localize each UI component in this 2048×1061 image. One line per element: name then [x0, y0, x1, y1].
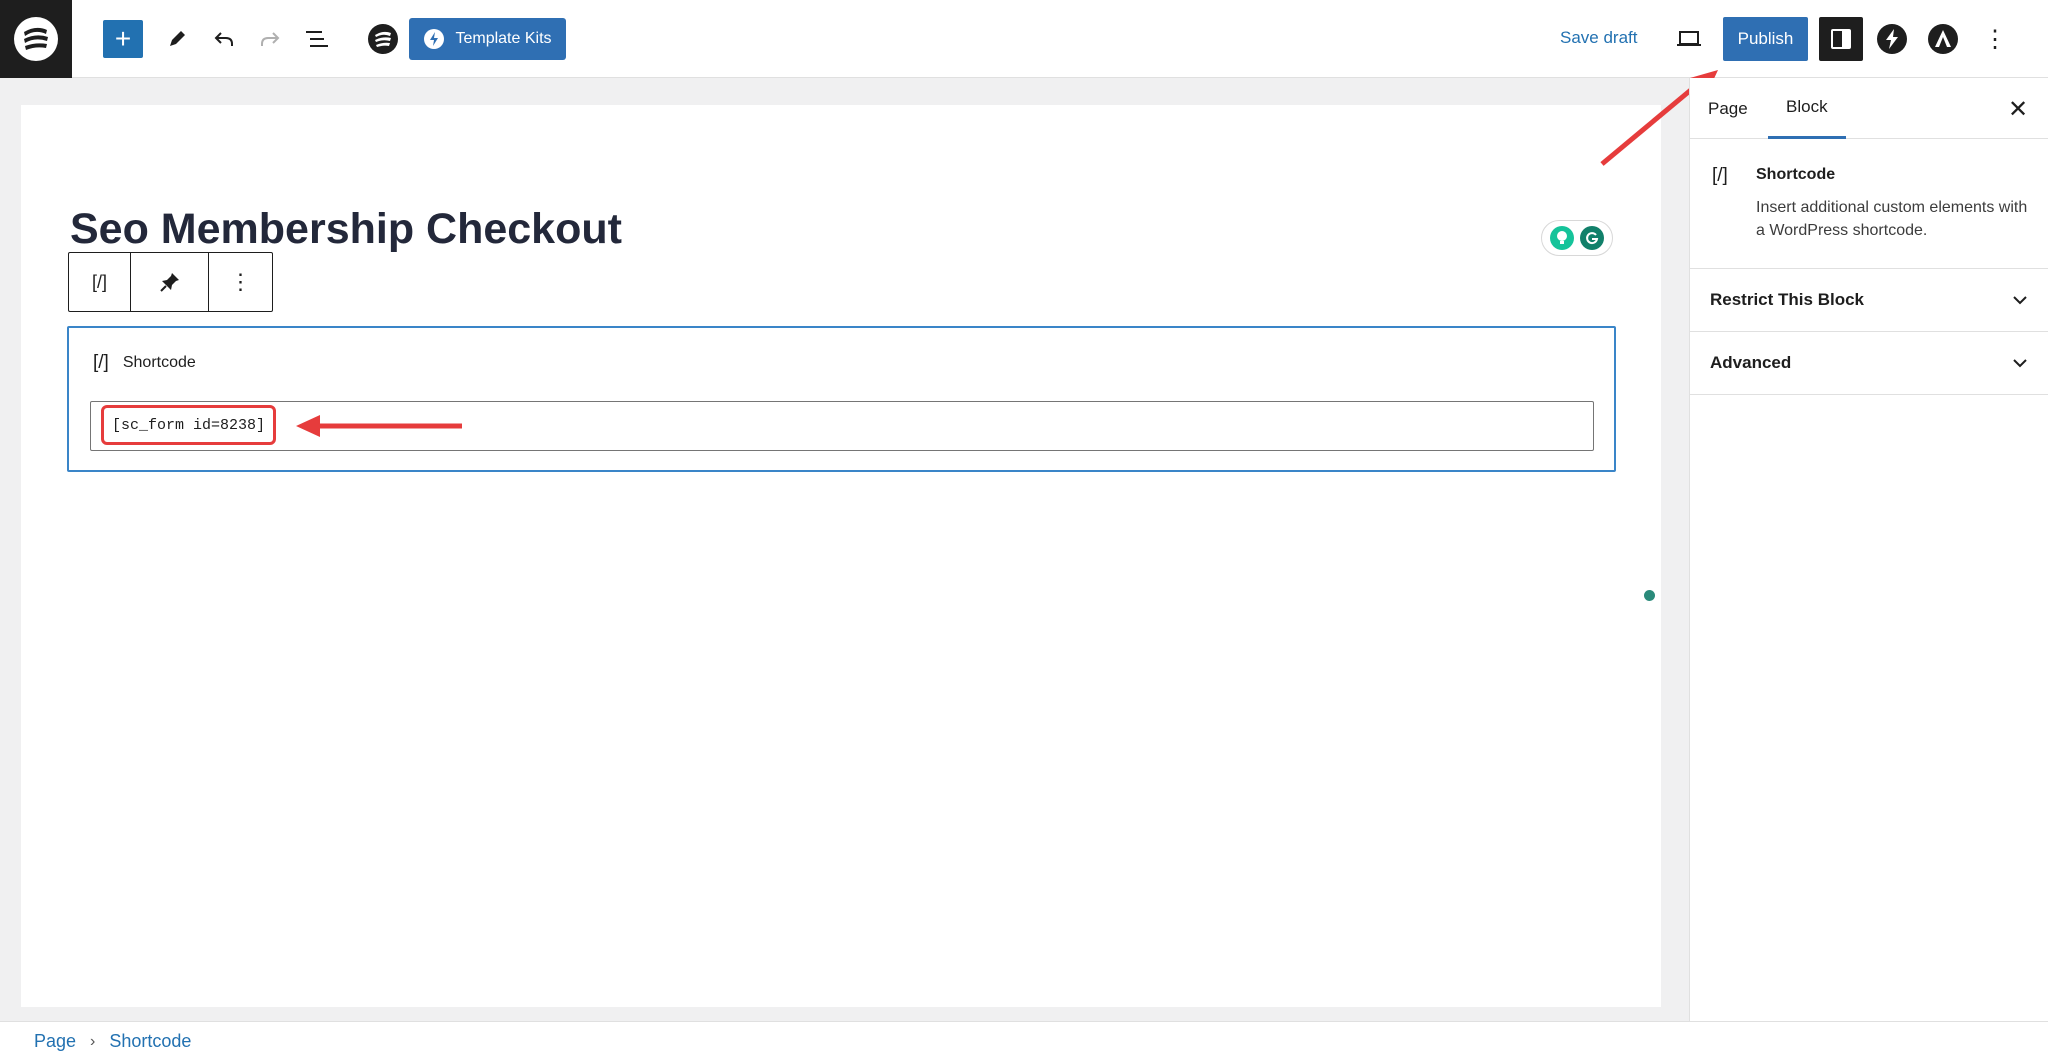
undo-button[interactable]: [204, 19, 244, 59]
breadcrumb-item-page[interactable]: Page: [34, 1031, 76, 1052]
tab-block-label: Block: [1786, 97, 1828, 116]
tab-page[interactable]: Page: [1690, 78, 1766, 139]
block-pin-button[interactable]: [131, 253, 209, 311]
astra-logo-icon: [1928, 24, 1958, 54]
editor-top-bar: + Template Kits Save draft Publish ⋮: [0, 0, 2048, 78]
grammarly-icon: [1580, 226, 1604, 250]
sidebar-tabs: Page Block ✕: [1690, 78, 2048, 139]
theme-logo-button[interactable]: [363, 19, 403, 59]
breadcrumb: Page › Shortcode: [0, 1021, 2048, 1061]
tab-block[interactable]: Block: [1768, 78, 1846, 139]
block-card: [/] Shortcode Insert additional custom e…: [1690, 139, 2048, 269]
grammarly-widget[interactable]: [1541, 220, 1613, 256]
sidebar-icon: [1831, 29, 1851, 49]
panel-restrict-label: Restrict This Block: [1710, 290, 1864, 309]
preview-button[interactable]: [1669, 19, 1709, 59]
publish-label: Publish: [1737, 29, 1794, 48]
save-draft-button[interactable]: Save draft: [1560, 28, 1638, 48]
template-kits-button[interactable]: Template Kits: [409, 18, 566, 60]
lightning-icon: [424, 29, 445, 49]
site-logo-button[interactable]: [0, 0, 72, 78]
more-vertical-icon: ⋮: [1983, 25, 2007, 53]
options-button[interactable]: ⋮: [1975, 19, 2015, 59]
undo-icon: [214, 32, 233, 46]
tools-button[interactable]: [157, 19, 197, 59]
panel-restrict-this-block[interactable]: Restrict This Block: [1690, 269, 2048, 332]
chevron-right-icon: ›: [90, 1032, 96, 1050]
block-options-button[interactable]: ⋮: [209, 253, 272, 311]
shortcode-value: [sc_form id=8238]: [101, 405, 277, 445]
chevron-down-icon: [2013, 359, 2027, 368]
block-type-button[interactable]: [/]: [69, 253, 131, 311]
annotation-arrow-shortcode: [296, 415, 462, 437]
shortcode-icon: [/]: [93, 352, 109, 373]
pencil-icon: [170, 31, 185, 46]
page-title[interactable]: Seo Membership Checkout: [70, 205, 622, 254]
spectra-button[interactable]: [1872, 19, 1912, 59]
block-card-description: Insert additional custom elements with a…: [1756, 199, 2028, 239]
spectra-logo-icon: [1877, 24, 1907, 54]
tab-page-label: Page: [1708, 98, 1748, 118]
shortcode-block[interactable]: [/] Shortcode [sc_form id=8238]: [67, 326, 1616, 472]
settings-sidebar-toggle[interactable]: [1819, 17, 1863, 61]
panel-advanced[interactable]: Advanced: [1690, 332, 2048, 395]
shortcode-icon: [/]: [1712, 165, 1728, 186]
shortcode-block-header: [/] Shortcode: [93, 352, 196, 374]
document-overview-button[interactable]: [297, 19, 337, 59]
template-kits-label: Template Kits: [455, 30, 552, 47]
redo-icon: [261, 32, 280, 46]
status-indicator: [1644, 590, 1655, 601]
pin-icon: [159, 273, 179, 292]
panel-advanced-label: Advanced: [1710, 353, 1792, 372]
block-card-title: Shortcode: [1756, 166, 1836, 183]
settings-sidebar: Page Block ✕ [/] Shortcode Insert additi…: [1689, 78, 2048, 1021]
laptop-icon: [1677, 31, 1701, 46]
shortcode-icon: [/]: [91, 271, 107, 292]
shortcode-block-label: Shortcode: [122, 354, 196, 371]
astra-button[interactable]: [1923, 19, 1963, 59]
close-icon: ✕: [2007, 95, 2029, 123]
add-block-button[interactable]: +: [103, 20, 143, 58]
close-sidebar-button[interactable]: ✕: [2003, 94, 2033, 124]
more-vertical-icon: ⋮: [229, 269, 252, 294]
block-toolbar: [/] ⋮: [68, 252, 273, 312]
redo-button[interactable]: [250, 19, 290, 59]
site-logo-icon: [14, 17, 58, 61]
list-view-icon: [306, 31, 328, 47]
publish-button[interactable]: Publish: [1723, 17, 1808, 61]
chevron-down-icon: [2013, 296, 2027, 305]
lightbulb-icon: [1550, 226, 1574, 250]
breadcrumb-item-shortcode[interactable]: Shortcode: [109, 1031, 191, 1052]
plus-icon: +: [114, 23, 132, 54]
theme-logo-icon: [368, 24, 398, 54]
